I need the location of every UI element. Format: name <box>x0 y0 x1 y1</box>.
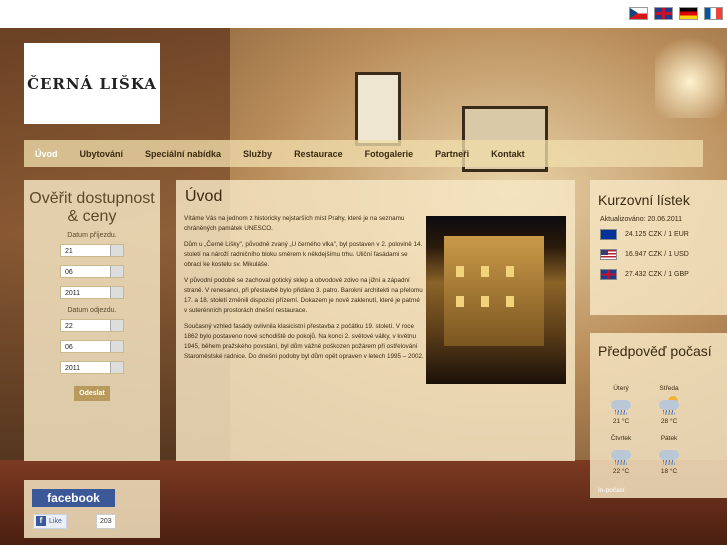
nav-item-specialni-nabidka[interactable]: Speciální nabídka <box>145 149 221 159</box>
departure-label: Datum odjezdu. <box>67 307 117 314</box>
facebook-logo[interactable]: facebook <box>32 489 115 507</box>
rate-row: 16.947 CZK / 1 USD <box>600 247 727 261</box>
arrival-label: Datum příjezdu. <box>67 232 117 239</box>
departure-day-select[interactable]: 22 <box>60 319 124 332</box>
paragraph: V původní podobě se zachoval gotický skl… <box>184 277 423 314</box>
weather-title: Předpověď počasí <box>598 343 712 359</box>
facebook-box: facebook f Like 203 <box>24 480 160 538</box>
eu-flag-icon <box>600 228 617 240</box>
rain-cloud-icon <box>658 445 680 465</box>
rates-title: Kurzovní lístek <box>598 192 690 208</box>
chevron-down-icon <box>110 287 123 298</box>
nav-item-sluzby[interactable]: Služby <box>243 149 272 159</box>
fr-flag-icon[interactable] <box>704 7 723 20</box>
intro-text: Vítáme Vás na jednom z historicky nejsta… <box>184 214 424 368</box>
building-photo <box>426 216 566 384</box>
nav-item-uvod[interactable]: Úvod <box>35 149 58 159</box>
gb-flag-icon <box>600 268 617 280</box>
weather-day: Pátek 18 °C <box>644 435 694 475</box>
exchange-rates-panel: Kurzovní lístek Aktualizováno: 20.06.201… <box>590 180 727 315</box>
facebook-icon: f <box>36 516 46 526</box>
logo[interactable]: ČERNÁ LIŠKA <box>24 43 160 124</box>
chevron-down-icon <box>110 341 123 352</box>
availability-title: Ověřit dostupnost & ceny <box>29 190 155 225</box>
rate-row: 27.432 CZK / 1 GBP <box>600 267 727 281</box>
rates-updated: Aktualizováno: 20.06.2011 <box>600 216 682 223</box>
weather-day: Úterý 21 °C <box>596 385 646 425</box>
nav-item-kontakt[interactable]: Kontakt <box>491 149 525 159</box>
page-title: Úvod <box>185 188 223 205</box>
nav-item-ubytovani[interactable]: Ubytování <box>80 149 124 159</box>
top-bar <box>0 0 727 28</box>
nav-item-fotogalerie[interactable]: Fotogalerie <box>365 149 414 159</box>
sun-rain-icon <box>658 395 680 415</box>
chevron-down-icon <box>110 362 123 373</box>
facebook-like-button[interactable]: f Like <box>33 514 67 529</box>
paragraph: Vítáme Vás na jednom z historicky nejsta… <box>184 215 405 232</box>
paragraph: Dům u „Černé Lišky", původně zvaný „U če… <box>184 241 423 268</box>
submit-button[interactable]: Odeslat <box>74 386 110 401</box>
weather-panel: Předpověď počasí Úterý 21 °C Středa 28 °… <box>590 333 727 498</box>
chevron-down-icon <box>110 266 123 277</box>
availability-panel: Ověřit dostupnost & ceny Datum příjezdu.… <box>24 180 160 461</box>
main-nav: Úvod Ubytování Speciální nabídka Služby … <box>24 140 703 167</box>
rain-cloud-icon <box>610 445 632 465</box>
paragraph: Současný vzhled fasády ovlivnila klasici… <box>184 323 424 360</box>
weather-day: Čtvrtek 22 °C <box>610 435 632 475</box>
weather-source-link[interactable]: In-počasí <box>598 487 625 494</box>
departure-month-select[interactable]: 06 <box>60 340 124 353</box>
arrival-day-select[interactable]: 21 <box>60 244 124 257</box>
like-count: 203 <box>96 514 116 529</box>
arrival-month-select[interactable]: 06 <box>60 265 124 278</box>
de-flag-icon[interactable] <box>679 7 698 20</box>
gb-flag-icon[interactable] <box>654 7 673 20</box>
rate-row: 24.125 CZK / 1 EUR <box>600 227 727 241</box>
logo-text: ČERNÁ LIŠKA <box>27 74 157 93</box>
cz-flag-icon[interactable] <box>629 7 648 20</box>
weather-day: Středa 28 °C <box>658 385 680 425</box>
rain-cloud-icon <box>610 395 632 415</box>
chevron-down-icon <box>110 320 123 331</box>
us-flag-icon <box>600 248 617 260</box>
wall-picture <box>355 72 401 146</box>
nav-item-partneri[interactable]: Partneři <box>435 149 469 159</box>
language-switcher <box>629 7 723 20</box>
departure-year-select[interactable]: 2011 <box>60 361 124 374</box>
nav-item-restaurace[interactable]: Restaurace <box>294 149 343 159</box>
main-content: Úvod Vítáme Vás na jednom z historicky n… <box>176 180 575 461</box>
chevron-down-icon <box>110 245 123 256</box>
arrival-year-select[interactable]: 2011 <box>60 286 124 299</box>
